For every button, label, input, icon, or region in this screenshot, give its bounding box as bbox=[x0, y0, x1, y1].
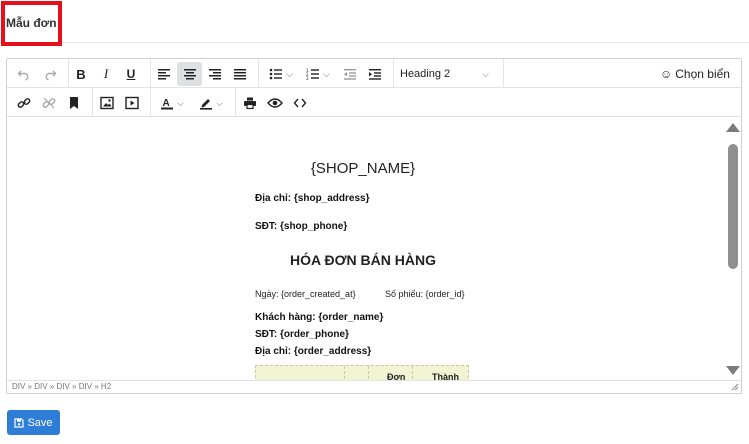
element-path[interactable]: DIV » DIV » DIV » DIV » H2 bbox=[12, 382, 111, 391]
image-icon bbox=[100, 96, 114, 110]
insert-link-button[interactable] bbox=[12, 91, 36, 115]
toolbar-separator bbox=[150, 88, 151, 117]
editor-content-area[interactable]: {SHOP_NAME} Địa chỉ: {shop_address} SĐT:… bbox=[7, 118, 741, 380]
toolbar-separator bbox=[393, 59, 394, 88]
scroll-up-arrow-icon[interactable] bbox=[726, 123, 740, 132]
save-button-label: Save bbox=[27, 416, 53, 429]
svg-text:A: A bbox=[163, 98, 170, 109]
emoji-variable-button[interactable]: ☺ Chọn biển bbox=[660, 62, 730, 86]
floppy-disk-icon bbox=[14, 417, 25, 428]
align-center-icon bbox=[183, 69, 196, 80]
toolbar-separator bbox=[258, 59, 259, 88]
indent-button[interactable] bbox=[363, 62, 387, 86]
order-id-line[interactable]: Số phiếu: {order_id} bbox=[385, 289, 465, 299]
customer-name-line[interactable]: Khách hàng: {order_name} bbox=[255, 312, 383, 323]
page-header: Mẫu đơn bbox=[0, 0, 749, 46]
highlight-icon bbox=[200, 99, 213, 110]
unlink-button[interactable] bbox=[37, 91, 61, 115]
align-justify-icon bbox=[234, 69, 246, 80]
highlight-color-button[interactable]: ⌵ bbox=[193, 91, 229, 115]
code-icon bbox=[293, 98, 307, 108]
block-format-select[interactable]: Heading 2 ⌵ bbox=[395, 62, 491, 86]
shop-address-line[interactable]: Địa chỉ: {shop_address} bbox=[255, 193, 369, 204]
text-color-button[interactable]: A ⌵ bbox=[154, 91, 190, 115]
bullet-list-button[interactable]: ⌵ bbox=[263, 62, 299, 86]
preview-icon bbox=[267, 98, 283, 108]
element-path-statusbar: DIV » DIV » DIV » DIV » H2 bbox=[7, 380, 741, 393]
table-column-divider bbox=[412, 366, 413, 380]
toolbar-separator bbox=[150, 59, 151, 88]
save-button[interactable]: Save bbox=[7, 410, 60, 435]
bold-button[interactable]: B bbox=[69, 62, 93, 86]
source-code-button[interactable] bbox=[288, 91, 312, 115]
media-icon bbox=[125, 96, 139, 110]
align-justify-button[interactable] bbox=[228, 62, 252, 86]
numbered-list-button[interactable]: 123 ⌵ bbox=[300, 62, 336, 86]
chevron-down-icon: ⌵ bbox=[177, 97, 184, 108]
redo-button[interactable] bbox=[38, 62, 62, 86]
print-icon bbox=[244, 97, 256, 110]
customer-phone-line[interactable]: SĐT: {order_phone} bbox=[255, 329, 349, 340]
preview-button[interactable] bbox=[263, 91, 287, 115]
toolbar-row-1: B I U ⌵ 123 ⌵ Heading 2 ⌵ ☺ Chọn biển bbox=[7, 59, 741, 88]
table-column-divider bbox=[368, 366, 369, 380]
align-center-button[interactable] bbox=[177, 62, 202, 86]
vertical-scrollbar[interactable] bbox=[722, 118, 741, 380]
insert-image-button[interactable] bbox=[95, 91, 119, 115]
shop-phone-line[interactable]: SĐT: {shop_phone} bbox=[255, 221, 347, 232]
outdent-icon bbox=[344, 69, 356, 80]
align-left-icon bbox=[158, 69, 170, 80]
shop-name-heading[interactable]: {SHOP_NAME} bbox=[7, 160, 719, 177]
customer-address-line[interactable]: Địa chỉ: {order_address} bbox=[255, 346, 371, 357]
italic-button[interactable]: I bbox=[94, 62, 118, 86]
undo-icon bbox=[17, 70, 29, 81]
toolbar-row-2: A ⌵ ⌵ bbox=[7, 88, 741, 117]
table-header-cell[interactable]: Thành bbox=[432, 372, 459, 380]
resize-handle-icon[interactable] bbox=[731, 383, 739, 391]
scroll-down-arrow-icon[interactable] bbox=[726, 366, 740, 375]
print-button[interactable] bbox=[238, 91, 262, 115]
chevron-down-icon: ⌵ bbox=[482, 69, 489, 79]
underline-button[interactable]: U bbox=[119, 62, 143, 86]
chevron-down-icon: ⌵ bbox=[286, 68, 293, 79]
rich-text-editor: B I U ⌵ 123 ⌵ Heading 2 ⌵ ☺ Chọn biển A … bbox=[6, 58, 742, 394]
outdent-button[interactable] bbox=[338, 62, 362, 86]
insert-media-button[interactable] bbox=[120, 91, 144, 115]
toolbar-separator bbox=[503, 59, 504, 88]
chevron-down-icon: ⌵ bbox=[323, 68, 330, 79]
toolbar-separator bbox=[235, 88, 236, 117]
document-body[interactable]: {SHOP_NAME} Địa chỉ: {shop_address} SĐT:… bbox=[7, 118, 721, 380]
order-date-line[interactable]: Ngày: {order_created_at} bbox=[255, 289, 356, 299]
numbered-list-icon: 123 bbox=[306, 68, 320, 80]
block-format-value: Heading 2 bbox=[400, 68, 451, 80]
unlink-icon bbox=[42, 97, 56, 109]
order-items-table[interactable]: Đơn Thành bbox=[255, 365, 469, 380]
scrollbar-thumb[interactable] bbox=[728, 144, 738, 269]
bullet-list-icon bbox=[269, 68, 283, 80]
undo-button[interactable] bbox=[12, 62, 36, 86]
emoji-button-label: Chọn biển bbox=[675, 67, 730, 81]
bookmark-button[interactable] bbox=[62, 91, 86, 115]
smile-icon: ☺ bbox=[660, 67, 673, 81]
text-color-icon: A bbox=[161, 98, 174, 110]
bookmark-icon bbox=[70, 97, 78, 109]
toolbar-separator bbox=[92, 88, 93, 117]
chevron-down-icon: ⌵ bbox=[216, 97, 223, 108]
link-icon bbox=[17, 98, 31, 108]
align-right-button[interactable] bbox=[203, 62, 227, 86]
page-title: Mẫu đơn bbox=[6, 16, 57, 30]
table-column-divider bbox=[344, 366, 345, 380]
indent-icon bbox=[369, 69, 381, 80]
align-left-button[interactable] bbox=[152, 62, 176, 86]
svg-text:3: 3 bbox=[306, 76, 309, 80]
invoice-title[interactable]: HÓA ĐƠN BÁN HÀNG bbox=[7, 252, 719, 268]
table-header-cell[interactable]: Đơn bbox=[387, 372, 405, 380]
redo-icon bbox=[45, 70, 57, 81]
align-right-icon bbox=[209, 69, 221, 80]
